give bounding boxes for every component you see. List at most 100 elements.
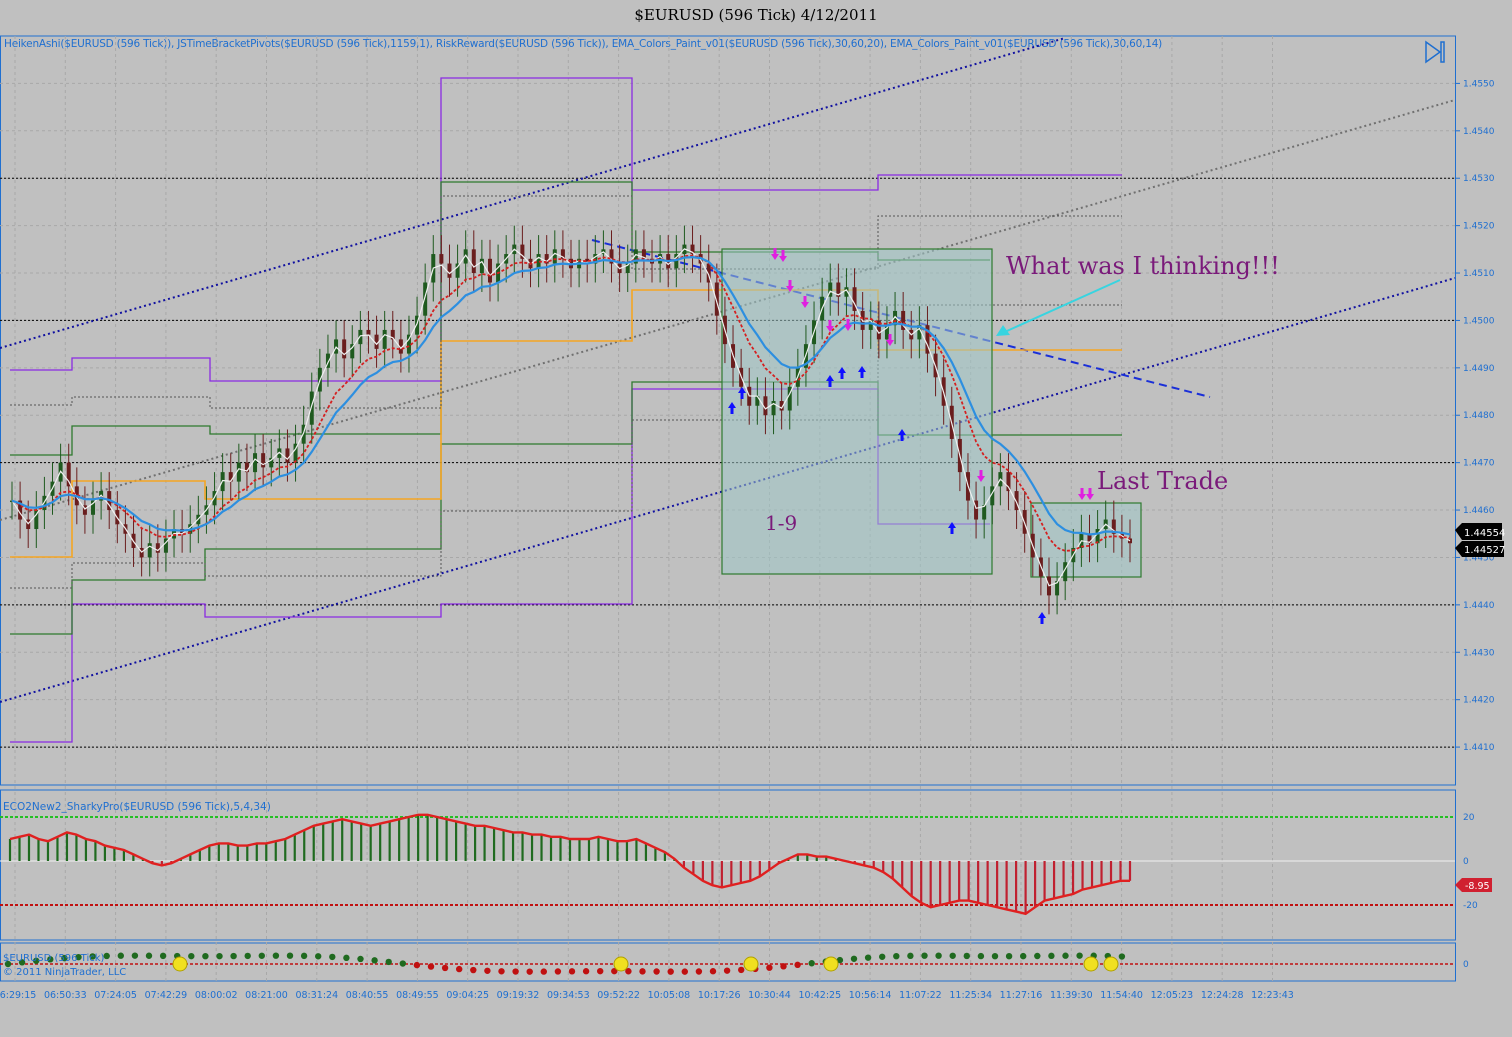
y-tick-label: 1.4500 [1463, 316, 1495, 326]
y-tick-label: 1.4460 [1463, 506, 1495, 516]
osc2-dot [357, 955, 364, 963]
price-badge-high: 1.44554 [1464, 528, 1505, 539]
candle-body [253, 453, 258, 473]
osc2-dot [117, 952, 125, 959]
y-tick-label: 1.4410 [1463, 743, 1495, 753]
osc2-dot [723, 967, 731, 974]
osc2-dot [385, 958, 392, 966]
candle-body [285, 448, 290, 463]
candle-body [982, 505, 987, 520]
x-tick-label: 11:27:16 [1000, 990, 1043, 1001]
candle-body [1128, 538, 1132, 544]
osc2-dot [935, 952, 942, 959]
x-tick-label: 07:42:29 [145, 990, 188, 1001]
osc2-dot [1062, 952, 1069, 959]
osc2-dot [949, 952, 956, 959]
y-tick-label: 1.4420 [1463, 696, 1495, 706]
osc2-dot [864, 954, 872, 961]
osc2-dot [413, 961, 421, 969]
x-tick-label: 11:39:30 [1050, 990, 1093, 1001]
y-tick-label: 1.4440 [1463, 601, 1495, 611]
annotation-last-trade: Last Trade [1097, 467, 1228, 495]
osc2-dot [738, 966, 745, 974]
osc2-dot [963, 952, 970, 960]
osc2-dot [103, 952, 110, 960]
y-tick-label: 1.4430 [1463, 648, 1495, 658]
osc2-dot [484, 967, 491, 974]
y-tick-label: 1.4530 [1463, 174, 1495, 184]
x-tick-label: 10:30:44 [748, 990, 791, 1001]
osc2-dot [244, 952, 251, 960]
x-tick-label: 08:00:02 [195, 990, 238, 1001]
osc2-dot [1118, 953, 1126, 960]
annotation-arrow [997, 279, 1121, 336]
osc2-highlight-dot [743, 956, 759, 972]
osc2-dot [399, 960, 406, 967]
candle-body [552, 249, 557, 264]
osc2-dot [554, 968, 562, 975]
osc2-dot [498, 968, 505, 975]
osc2-dot [681, 968, 688, 975]
osc2-dot [202, 952, 209, 960]
x-tick-label: 11:54:40 [1100, 990, 1143, 1001]
osc2-dot [272, 952, 280, 959]
copyright: © 2011 NinjaTrader, LLC [3, 967, 127, 978]
osc2-dot [991, 952, 999, 960]
candle-body [382, 329, 387, 349]
osc2-dot [1034, 952, 1041, 960]
osc2-highlight-dot [613, 956, 629, 972]
x-tick-label: 11:25:34 [949, 990, 992, 1001]
osc2-dot [568, 968, 576, 975]
x-tick-label: 12:23:43 [1251, 990, 1294, 1001]
osc2-dot [470, 966, 477, 974]
oscillator-label: ECO2New2_SharkyPro($EURUSD (596 Tick),5,… [3, 801, 271, 813]
osc2-dot [850, 955, 858, 962]
osc2-dot [526, 968, 533, 975]
osc2-dot [1076, 952, 1083, 959]
osc2-dot [667, 968, 674, 975]
osc-line [9, 813, 1130, 916]
osc2-dot [441, 964, 449, 972]
buy-arrow-icon [1038, 612, 1046, 624]
osc2-dot [921, 952, 928, 959]
x-tick-label: 09:52:22 [597, 990, 640, 1001]
price-badge-last: 1.44527 [1464, 545, 1505, 556]
candle-body [366, 329, 371, 335]
x-tick-label: 08:49:55 [396, 990, 439, 1001]
x-tick-label: 10:17:26 [698, 990, 741, 1001]
osc2-highlight-dot [823, 956, 839, 972]
osc2-dot [695, 968, 703, 975]
candle-body [447, 263, 452, 278]
y-tick-label: 1.4510 [1463, 269, 1495, 279]
price-chart[interactable]: 06:29:15 06:50:33 07:24:05 07:42:29 08:00:02… [0, 0, 1512, 1037]
x-tick-label: 09:04:25 [446, 990, 489, 1001]
candle-body [147, 543, 152, 558]
x-tick-label: 08:21:00 [245, 990, 288, 1001]
x-tick-label: 12:05:23 [1151, 990, 1194, 1001]
osc2-tick-label: 0 [1463, 960, 1469, 970]
candle-body [439, 254, 444, 264]
osc-badge: -8.95 [1465, 881, 1490, 892]
osc2-dot [145, 952, 153, 959]
osc2-dot [639, 968, 646, 975]
osc2-dot [188, 952, 195, 960]
osc2-dot [808, 960, 815, 967]
osc2-dot [794, 961, 801, 969]
y-tick-label: 1.4480 [1463, 411, 1495, 421]
chart-window: $EURUSD (596 Tick) 4/12/2011 HeikenAshi(… [0, 0, 1512, 1037]
osc2-highlight-dot [1103, 956, 1119, 972]
osc2-dot [286, 952, 294, 959]
x-tick-label: 10:56:14 [849, 990, 892, 1001]
osc2-panel [0, 942, 1456, 982]
osc2-dot [780, 963, 787, 970]
osc2-dot [329, 953, 336, 961]
candle-body [471, 249, 476, 274]
y-tick-label: 1.4490 [1463, 364, 1495, 374]
osc-tick-label: 20 [1463, 813, 1475, 823]
y-tick-label: 1.4470 [1463, 459, 1495, 469]
y-tick-label: 1.4550 [1463, 79, 1495, 89]
osc2-dot [456, 965, 463, 973]
osc-tick-label: 0 [1463, 857, 1469, 867]
osc2-dot [371, 957, 378, 964]
y-tick-label: 1.4520 [1463, 222, 1495, 232]
